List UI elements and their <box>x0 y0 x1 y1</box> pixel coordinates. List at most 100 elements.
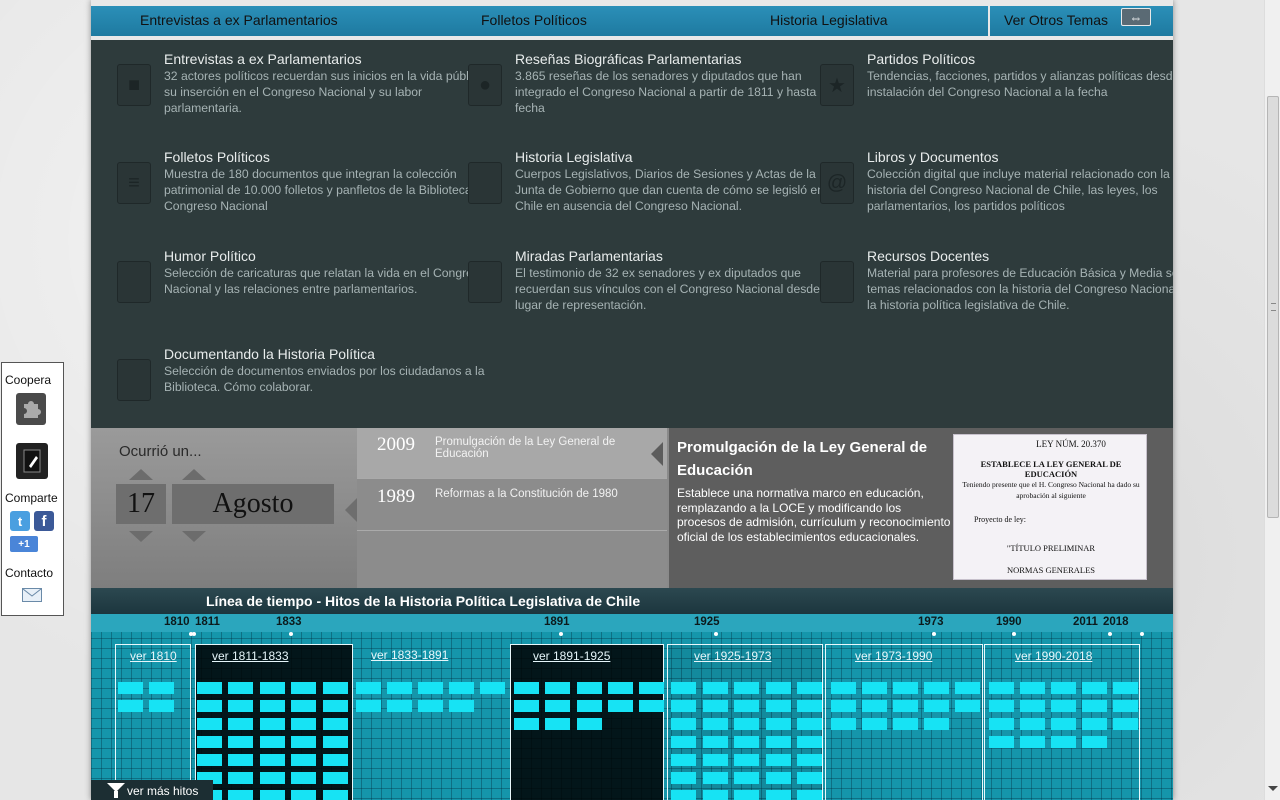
milestone-cell[interactable] <box>291 718 316 730</box>
milestone-cell[interactable] <box>291 700 316 712</box>
milestone-cell[interactable] <box>1051 718 1076 730</box>
milestone-cell[interactable] <box>766 772 791 784</box>
milestone-cell[interactable] <box>671 736 696 748</box>
period-link[interactable]: ver 1990-2018 <box>1015 649 1092 663</box>
milestone-cell[interactable] <box>862 700 887 712</box>
day-down-icon[interactable] <box>129 531 153 542</box>
milestone-cell[interactable] <box>893 700 918 712</box>
period-1833-1891[interactable]: ver 1833-1891 <box>355 644 505 800</box>
milestone-cell[interactable] <box>480 682 505 694</box>
milestone-cell[interactable] <box>228 772 253 784</box>
milestone-cell[interactable] <box>734 754 759 766</box>
milestone-cell[interactable] <box>545 718 570 730</box>
google-plus-icon[interactable]: +1 <box>10 536 38 552</box>
theme-entrevistas[interactable]: ■ Entrevistas a ex Parlamentarios 32 act… <box>117 50 494 116</box>
theme-title[interactable]: Humor Político <box>164 247 494 265</box>
milestone-cell[interactable] <box>797 790 822 800</box>
milestone-cell[interactable] <box>449 682 474 694</box>
milestone-cell[interactable] <box>197 736 222 748</box>
milestone-cell[interactable] <box>291 682 316 694</box>
milestone-cell[interactable] <box>514 682 539 694</box>
milestone-cell[interactable] <box>514 718 539 730</box>
milestone-cell[interactable] <box>1082 700 1107 712</box>
puzzle-icon[interactable] <box>16 393 46 425</box>
swap-arrows-icon[interactable]: ⇔ <box>1121 8 1151 26</box>
milestone-cell[interactable] <box>734 682 759 694</box>
milestone-cell[interactable] <box>118 700 143 712</box>
milestone-cell[interactable] <box>118 682 143 694</box>
mail-icon[interactable] <box>22 588 42 602</box>
month-down-icon[interactable] <box>182 531 206 542</box>
milestone-cell[interactable] <box>291 736 316 748</box>
milestone-cell[interactable] <box>323 700 348 712</box>
milestone-cell[interactable] <box>149 682 174 694</box>
milestone-cell[interactable] <box>1051 736 1076 748</box>
milestone-cell[interactable] <box>323 736 348 748</box>
milestone-cell[interactable] <box>197 700 222 712</box>
milestone-cell[interactable] <box>228 718 253 730</box>
milestone-cell[interactable] <box>1020 682 1045 694</box>
milestone-cell[interactable] <box>577 700 602 712</box>
milestone-cell[interactable] <box>356 700 381 712</box>
milestone-cell[interactable] <box>291 772 316 784</box>
milestone-cell[interactable] <box>387 682 412 694</box>
milestone-cell[interactable] <box>514 700 539 712</box>
milestone-cell[interactable] <box>955 700 980 712</box>
milestone-cell[interactable] <box>260 682 285 694</box>
milestone-cell[interactable] <box>1113 718 1138 730</box>
milestone-cell[interactable] <box>356 682 381 694</box>
theme-folletos[interactable]: ≡ Folletos Políticos Muestra de 180 docu… <box>117 148 494 214</box>
document-image[interactable]: LEY NÚM. 20.370 ESTABLECE LA LEY GENERAL… <box>953 434 1147 580</box>
notebook-icon[interactable] <box>16 443 48 479</box>
milestone-cell[interactable] <box>671 700 696 712</box>
milestone-cell[interactable] <box>989 682 1014 694</box>
month-up-icon[interactable] <box>182 469 206 480</box>
theme-humor[interactable]: Humor Político Selección de caricaturas … <box>117 247 494 303</box>
milestone-cell[interactable] <box>703 718 728 730</box>
milestone-cell[interactable] <box>671 754 696 766</box>
milestone-cell[interactable] <box>831 682 856 694</box>
nav-item-folletos[interactable]: Folletos Políticos <box>481 12 587 28</box>
milestone-cell[interactable] <box>703 700 728 712</box>
theme-title[interactable]: Libros y Documentos <box>867 148 1173 166</box>
milestone-cell[interactable] <box>323 718 348 730</box>
milestone-cell[interactable] <box>639 700 664 712</box>
milestone-cell[interactable] <box>989 700 1014 712</box>
milestone-cell[interactable] <box>449 700 474 712</box>
milestone-cell[interactable] <box>323 790 348 800</box>
milestone-cell[interactable] <box>831 718 856 730</box>
period-link[interactable]: ver 1833-1891 <box>371 648 448 662</box>
milestone-cell[interactable] <box>418 682 443 694</box>
milestone-cell[interactable] <box>893 682 918 694</box>
theme-miradas[interactable]: Miradas Parlamentarias El testimonio de … <box>468 247 845 313</box>
milestone-cell[interactable] <box>924 718 949 730</box>
theme-title[interactable]: Partidos Políticos <box>867 50 1173 68</box>
nav-item-historia[interactable]: Historia Legislativa <box>770 12 888 28</box>
milestone-cell[interactable] <box>989 736 1014 748</box>
facebook-icon[interactable]: f <box>34 511 54 531</box>
twitter-icon[interactable]: t <box>10 511 30 531</box>
milestone-cell[interactable] <box>1051 700 1076 712</box>
milestone-cell[interactable] <box>924 700 949 712</box>
milestone-cell[interactable] <box>418 700 443 712</box>
period-link[interactable]: ver 1891-1925 <box>533 649 610 663</box>
milestone-cell[interactable] <box>1082 718 1107 730</box>
theme-recursos[interactable]: Recursos Docentes Material para profesor… <box>820 247 1173 313</box>
milestone-cell[interactable] <box>149 700 174 712</box>
milestone-cell[interactable] <box>797 772 822 784</box>
theme-title[interactable]: Historia Legislativa <box>515 148 845 166</box>
page-scrollbar[interactable] <box>1264 0 1280 800</box>
milestone-cell[interactable] <box>1113 682 1138 694</box>
milestone-cell[interactable] <box>1051 682 1076 694</box>
milestone-cell[interactable] <box>671 718 696 730</box>
milestone-cell[interactable] <box>797 682 822 694</box>
milestone-cell[interactable] <box>608 682 633 694</box>
theme-title[interactable]: Folletos Políticos <box>164 148 494 166</box>
milestone-cell[interactable] <box>797 736 822 748</box>
milestone-cell[interactable] <box>1020 718 1045 730</box>
theme-historia[interactable]: Historia Legislativa Cuerpos Legislativo… <box>468 148 845 214</box>
event-item[interactable]: 2009 Promulgación de la Ley General de E… <box>357 428 667 479</box>
theme-resenas[interactable]: ● Reseñas Biográficas Parlamentarias 3.8… <box>468 50 845 116</box>
milestone-cell[interactable] <box>323 682 348 694</box>
theme-libros[interactable]: @ Libros y Documentos Colección digital … <box>820 148 1173 214</box>
